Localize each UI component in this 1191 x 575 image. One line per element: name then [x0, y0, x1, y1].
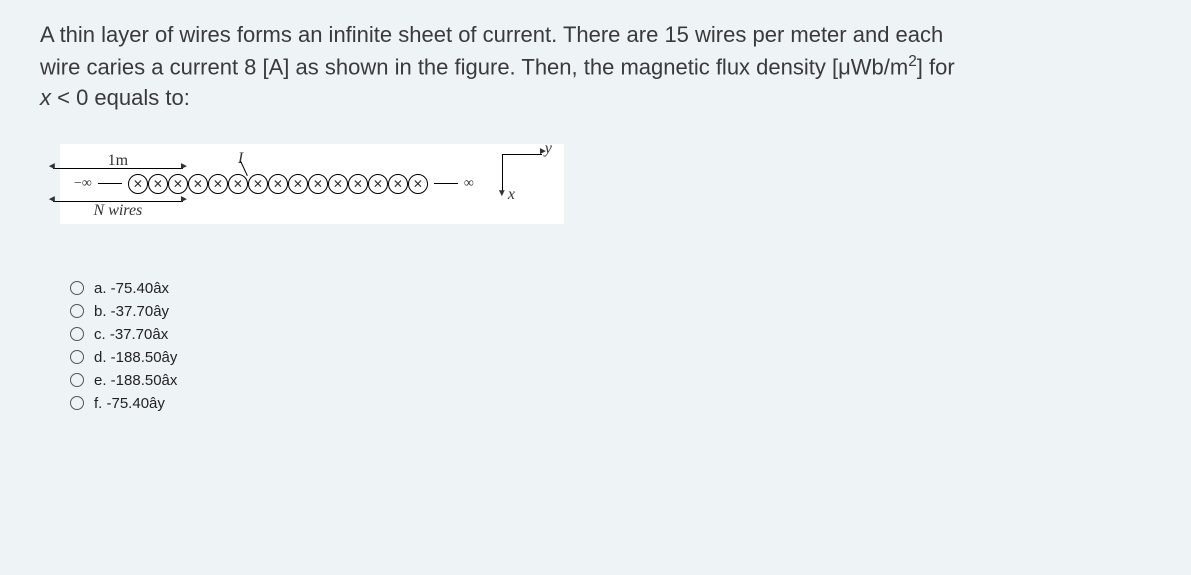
wire-into-page-icon — [388, 174, 408, 194]
option-row[interactable]: c. -37.70âx — [70, 326, 1151, 343]
wire-into-page-icon — [168, 174, 188, 194]
radio-icon[interactable] — [70, 373, 84, 387]
radio-icon[interactable] — [70, 281, 84, 295]
radio-icon[interactable] — [70, 350, 84, 364]
wire-into-page-icon — [148, 174, 168, 194]
option-label: e. -188.50âx — [94, 372, 177, 389]
options-list: a. -75.40âx b. -37.70ây c. -37.70âx d. -188… — [70, 280, 1151, 412]
wire-into-page-icon — [288, 174, 308, 194]
option-label: d. -188.50ây — [94, 349, 177, 366]
q-line1: A thin layer of wires forms an infinite … — [40, 22, 943, 47]
wire-into-page-icon — [228, 174, 248, 194]
y-axis-label: y — [545, 140, 552, 158]
current-arrow — [240, 161, 248, 176]
option-row[interactable]: f. -75.40ây — [70, 395, 1151, 412]
n-wires-label: N wires — [53, 202, 183, 220]
wire-into-page-icon — [308, 174, 328, 194]
y-axis-arrow — [502, 154, 542, 155]
option-label: b. -37.70ây — [94, 303, 169, 320]
wire-into-page-icon — [248, 174, 268, 194]
option-label: a. -75.40âx — [94, 280, 169, 297]
q-line2a: wire caries a current 8 [A] as shown in … — [40, 54, 908, 79]
q-line3a: x — [40, 85, 51, 110]
radio-icon[interactable] — [70, 396, 84, 410]
line-left — [98, 183, 122, 184]
radio-icon[interactable] — [70, 327, 84, 341]
wire-into-page-icon — [408, 174, 428, 194]
top-arrow — [53, 168, 183, 169]
wire-array: 1m N wires I — [128, 174, 428, 194]
q-line2b: ] for — [917, 54, 955, 79]
option-row[interactable]: d. -188.50ây — [70, 349, 1151, 366]
figure: −∞ 1m N wires I ∞ y x — [60, 144, 564, 224]
option-row[interactable]: a. -75.40âx — [70, 280, 1151, 297]
option-row[interactable]: e. -188.50âx — [70, 372, 1151, 389]
wire-into-page-icon — [208, 174, 228, 194]
neg-infinity: −∞ — [74, 176, 92, 192]
wire-into-page-icon — [188, 174, 208, 194]
pos-infinity: ∞ — [464, 176, 474, 192]
q-line3b: < 0 equals to: — [51, 85, 190, 110]
wire-into-page-icon — [368, 174, 388, 194]
wire-into-page-icon — [328, 174, 348, 194]
radio-icon[interactable] — [70, 304, 84, 318]
q-sup: 2 — [908, 53, 917, 70]
option-label: f. -75.40ây — [94, 395, 165, 412]
wire-into-page-icon — [348, 174, 368, 194]
option-row[interactable]: b. -37.70ây — [70, 303, 1151, 320]
question-text: A thin layer of wires forms an infinite … — [40, 20, 1151, 114]
option-label: c. -37.70âx — [94, 326, 168, 343]
axes: y x — [490, 154, 550, 214]
line-right — [434, 183, 458, 184]
wire-into-page-icon — [268, 174, 288, 194]
x-axis-label: x — [508, 186, 515, 204]
wire-into-page-icon — [128, 174, 148, 194]
